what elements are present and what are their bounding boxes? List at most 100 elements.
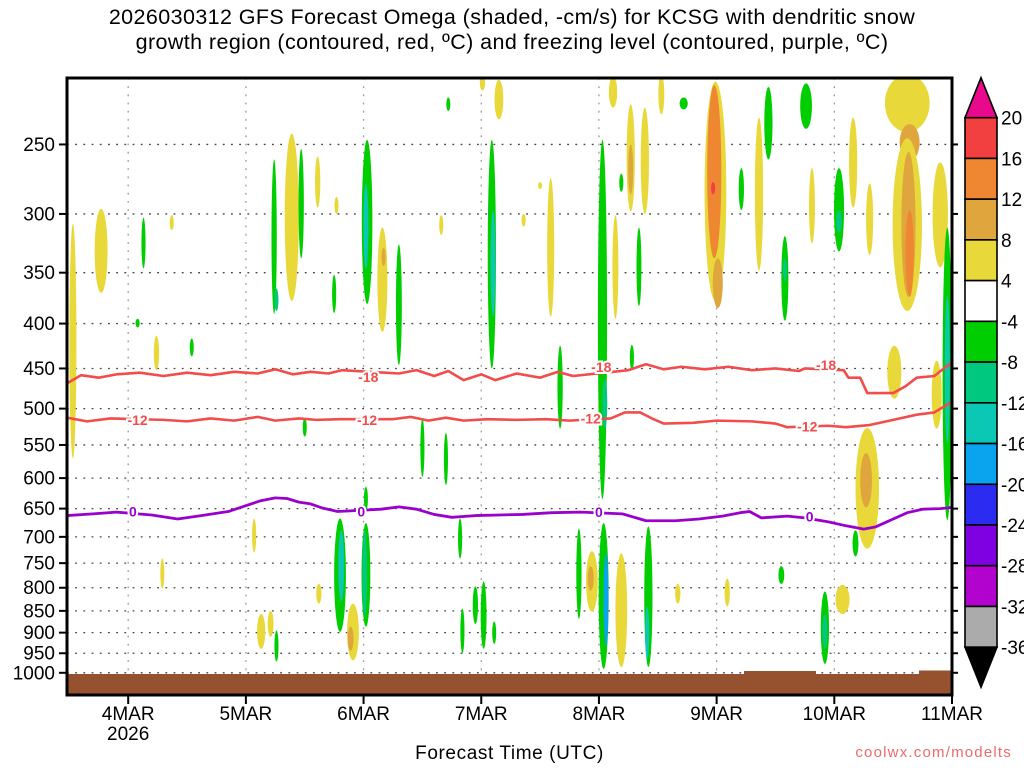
- omega-shaded-region: [602, 378, 608, 429]
- y-tick-label: 450: [23, 359, 55, 380]
- omega-shaded-region: [377, 227, 388, 333]
- watermark-text: coolwx.com/modelts: [855, 744, 1012, 761]
- omega-shaded-region: [472, 586, 479, 625]
- y-tick-label: 350: [23, 263, 55, 284]
- omega-shaded-region: [809, 168, 815, 244]
- omega-shaded-region: [160, 558, 165, 589]
- colorbar-segment: [964, 279, 998, 323]
- omega-shaded-region: [738, 168, 744, 211]
- omega-shaded-region: [538, 182, 543, 189]
- contour-freezing-level: [67, 496, 952, 531]
- omega-shaded-region: [94, 208, 108, 293]
- omega-shaded-region: [490, 210, 496, 317]
- omega-field: -18 -18 -18 -12 -12 -12 -12 0 0 0 0: [67, 78, 952, 694]
- y-tick-label: 800: [23, 578, 55, 599]
- colorbar-segment: [964, 361, 998, 404]
- omega-shaded-region: [866, 183, 874, 255]
- omega-shaded-region: [612, 215, 619, 319]
- omega-shaded-region: [884, 78, 930, 133]
- contour-label-freezing-level: 0: [129, 504, 137, 520]
- colorbar-label: 4: [1001, 272, 1012, 293]
- x-tick-label: 10MAR: [803, 704, 866, 725]
- y-tick-label: 900: [23, 623, 55, 644]
- colorbar-label: -12: [1001, 394, 1024, 415]
- omega-shaded-region: [363, 183, 369, 270]
- omega-shaded-region: [274, 288, 279, 311]
- omega-shaded-region: [267, 610, 274, 637]
- omega-shaded-region: [494, 79, 504, 120]
- colorbar-segment: [964, 402, 998, 445]
- forecast-chart-page: 2026030312 GFS Forecast Omega (shaded, -…: [0, 0, 1024, 768]
- omega-shaded-region: [849, 117, 858, 208]
- omega-shaded-region: [675, 583, 681, 604]
- omega-shaded-region: [905, 210, 914, 297]
- x-tick-label: 9MAR: [690, 704, 743, 725]
- omega-shaded-region: [284, 133, 299, 302]
- x-tick-label: 8MAR: [573, 704, 626, 725]
- y-tick-label: 250: [23, 135, 55, 156]
- colorbar-label: 20: [1001, 109, 1022, 130]
- y-tick-label: 950: [23, 644, 55, 665]
- omega-shaded-region: [439, 215, 444, 235]
- contour-label-dgz-warm: -12: [797, 418, 817, 434]
- colorbar-label: 16: [1001, 149, 1022, 170]
- x-tick-label: 11MAR: [921, 704, 983, 725]
- omega-shaded-region: [629, 344, 634, 371]
- omega-shaded-region: [852, 530, 859, 557]
- plot-border: [65, 76, 954, 697]
- colorbar-segment: [964, 524, 998, 567]
- colorbar-segment: [964, 564, 998, 608]
- omega-shaded-region: [135, 318, 140, 328]
- omega-shaded-region: [628, 144, 634, 195]
- omega-shaded-region: [169, 215, 174, 231]
- omega-shaded-region: [141, 217, 146, 269]
- surface-terrain-bar: [67, 670, 952, 694]
- omega-shaded-region: [636, 227, 642, 307]
- y-tick-label: 850: [23, 601, 55, 622]
- contour-label-dgz-cold: -18: [358, 369, 378, 385]
- omega-shaded-region: [492, 621, 497, 644]
- x-tick-label: 5MAR: [219, 704, 272, 725]
- time-pressure-cross-section: -18-18 -18-12 -12 -12-120 0 0 0250300350400450…: [13, 75, 1024, 745]
- contour-dgz-warm: [67, 400, 952, 429]
- colorbar-label: 8: [1001, 231, 1012, 252]
- x-tick-label: 7MAR: [455, 704, 508, 725]
- colorbar-label: -36: [1001, 638, 1024, 659]
- colorbar-label: 12: [1001, 190, 1022, 211]
- omega-shaded-region: [315, 156, 321, 208]
- colorbar-segment: [964, 320, 998, 363]
- colorbar-segment: [964, 239, 998, 282]
- contour-label-freezing-level: 0: [806, 509, 814, 525]
- omega-shaded-region: [754, 117, 764, 271]
- omega-shaded-region: [764, 86, 773, 160]
- omega-shaded-region: [603, 553, 609, 647]
- omega-shaded-region: [834, 168, 845, 252]
- omega-shaded-region: [587, 566, 594, 591]
- omega-shaded-region: [597, 139, 608, 500]
- omega-shaded-region: [257, 613, 266, 649]
- omega-shaded-region: [302, 418, 307, 437]
- omega-shaded-region: [619, 173, 624, 192]
- omega-shaded-region: [252, 518, 257, 553]
- omega-shaded-region: [480, 581, 487, 649]
- colorbar-segment: [964, 157, 998, 200]
- omega-shaded-region: [822, 613, 828, 649]
- omega-shaded-region: [835, 584, 850, 614]
- contour-label-dgz-warm: -12: [127, 412, 147, 428]
- colorbar-label: -20: [1001, 475, 1024, 496]
- omega-shaded-region: [460, 608, 465, 654]
- omega-shaded-region: [836, 210, 842, 233]
- omega-shaded-region: [458, 518, 463, 559]
- colorbar-segment: [964, 116, 998, 160]
- colorbar-segment: [964, 442, 998, 486]
- y-tick-label: 300: [23, 204, 55, 225]
- colorbar-label: -8: [1001, 353, 1018, 374]
- omega-shaded-region: [645, 606, 650, 659]
- omega-shaded-region: [395, 244, 402, 366]
- omega-shaded-region: [712, 258, 723, 309]
- contour-label-dgz-warm: -12: [581, 410, 601, 426]
- colorbar-arrow-top: [963, 75, 999, 119]
- omega-shaded-region: [338, 530, 345, 602]
- contour-label-freezing-level: 0: [595, 504, 603, 520]
- omega-shaded-region: [446, 97, 451, 112]
